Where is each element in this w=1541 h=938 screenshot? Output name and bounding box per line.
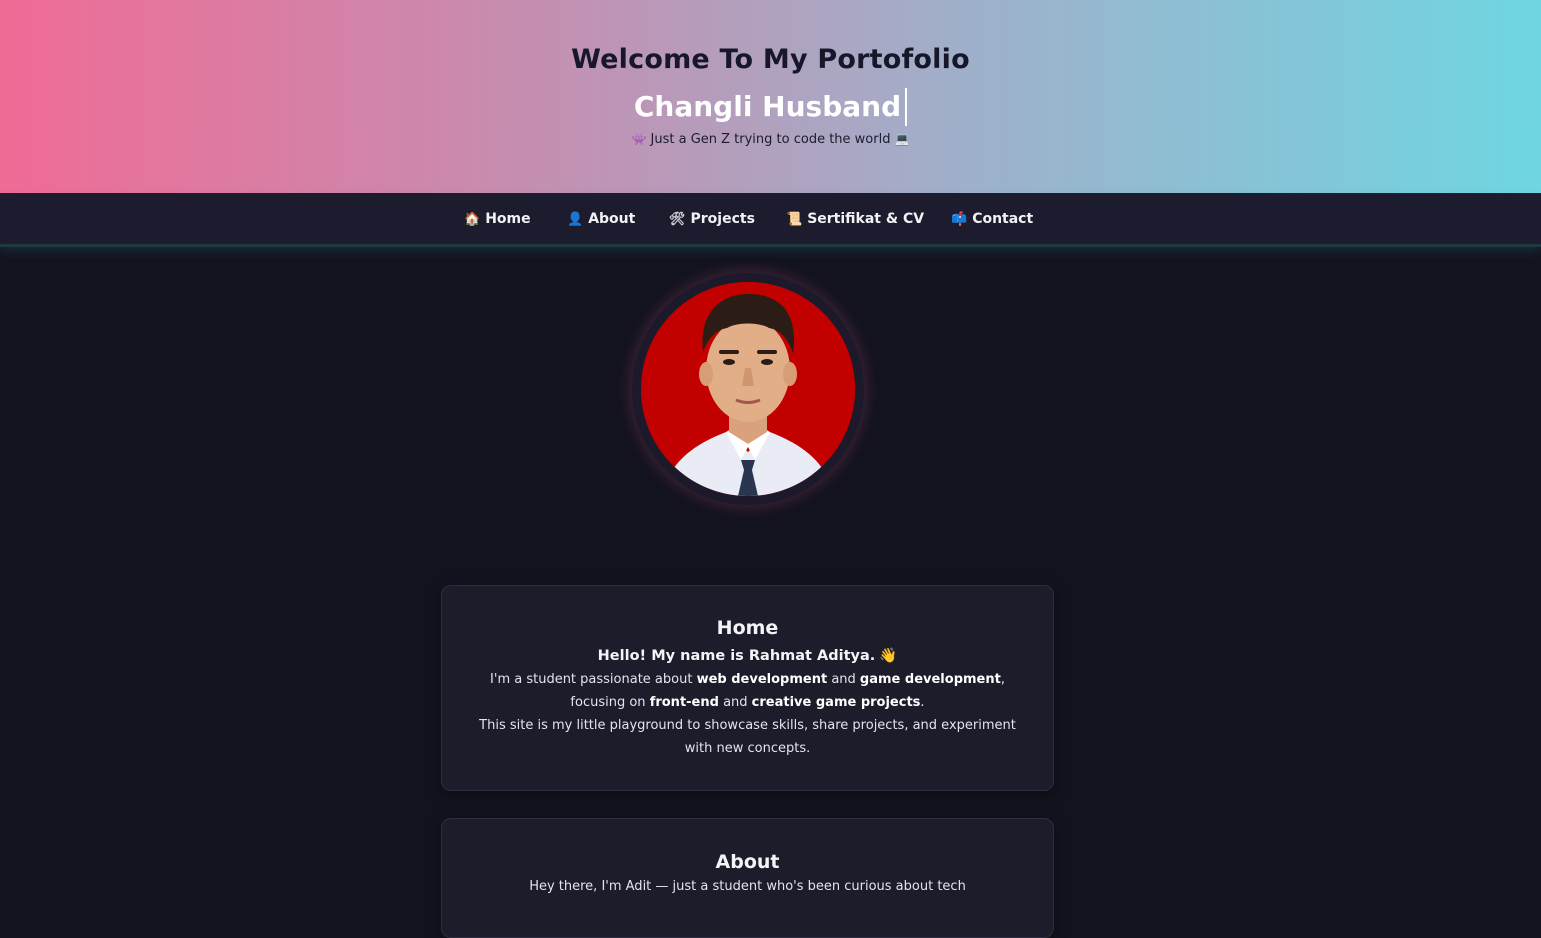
nav-item-about[interactable]: 👤 About	[567, 193, 635, 245]
intro-text: This site is my little playground to sho…	[479, 718, 1016, 756]
typing-name-wrap: Changli Husband	[0, 88, 1541, 128]
intro-text: focusing on	[570, 695, 650, 710]
intro-strong: web development	[696, 672, 828, 687]
nav-item-label: Home	[485, 211, 531, 227]
person-icon: 👤	[567, 212, 584, 227]
home-heading: Home	[716, 617, 779, 639]
waving-hand-icon: 👋	[879, 648, 898, 664]
tools-icon: 🛠	[669, 212, 686, 227]
alien-icon: 👾	[631, 132, 647, 146]
laptop-icon: 💻	[894, 132, 910, 146]
intro-text: .	[920, 695, 925, 710]
main-nav: 🏠 Home 👤 About 🛠 Projects 📜 Sertifikat & CV …	[0, 193, 1541, 247]
about-heading: About	[715, 851, 780, 873]
nav-item-sertifikat-cv[interactable]: 📜 Sertifikat & CV	[786, 193, 924, 245]
about-card: About Hey there, I'm Adit — just a stude…	[441, 818, 1054, 938]
intro-strong: creative game projects	[751, 695, 921, 710]
intro-text: and	[718, 695, 752, 710]
scroll-icon: 📜	[786, 212, 803, 227]
home-greeting: Hello! My name is Rahmat Aditya. 👋	[442, 647, 1053, 664]
home-intro-paragraph: I'm a student passionate about web devel…	[468, 668, 1027, 760]
page-title: Welcome To My Portofolio	[571, 44, 970, 75]
home-greeting-text: Hello! My name is Rahmat Aditya.	[597, 648, 876, 664]
mailbox-icon: 📫	[951, 212, 968, 227]
intro-strong: front-end	[649, 695, 719, 710]
hero-header: Welcome To My Portofolio Changli Husband…	[0, 0, 1541, 193]
about-text: Hey there, I'm Adit — just a student who…	[529, 879, 966, 894]
intro-text: I'm a student passionate about	[490, 672, 697, 687]
home-card: Home Hello! My name is Rahmat Aditya. 👋 I…	[441, 585, 1054, 791]
intro-text: and	[827, 672, 860, 687]
profile-photo	[641, 282, 855, 496]
tagline: 👾 Just a Gen Z trying to code the world 💻	[0, 132, 1541, 147]
nav-item-label: Sertifikat & CV	[807, 211, 925, 227]
intro-strong: game development	[859, 672, 1001, 687]
house-icon: 🏠	[464, 212, 481, 227]
nav-item-projects[interactable]: 🛠 Projects	[669, 193, 755, 245]
nav-item-home[interactable]: 🏠 Home	[464, 193, 531, 245]
typing-name: Changli Husband	[634, 88, 908, 126]
intro-text: ,	[1000, 672, 1005, 687]
nav-item-contact[interactable]: 📫 Contact	[951, 193, 1033, 245]
nav-item-label: Projects	[690, 211, 755, 227]
nav-item-label: Contact	[972, 211, 1034, 227]
avatar	[641, 282, 855, 496]
tagline-text: Just a Gen Z trying to code the world	[650, 132, 891, 147]
nav-item-label: About	[588, 211, 636, 227]
